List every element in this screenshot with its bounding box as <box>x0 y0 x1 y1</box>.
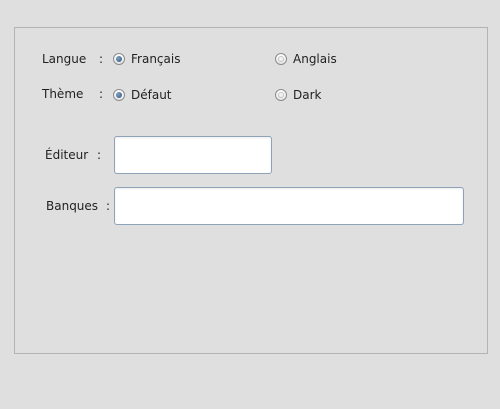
banks-input[interactable] <box>114 187 464 225</box>
theme-label: Thème <box>42 87 84 101</box>
editor-label: Éditeur <box>45 148 89 162</box>
editor-input[interactable] <box>114 136 272 174</box>
language-label: Langue <box>42 52 87 66</box>
theme-option-defaut[interactable]: Défaut <box>113 87 172 103</box>
language-option-francais[interactable]: Français <box>113 51 180 67</box>
language-option-anglais-label: Anglais <box>293 52 337 66</box>
language-option-francais-label: Français <box>131 52 181 66</box>
theme-option-defaut-label: Défaut <box>131 88 172 102</box>
radio-selected-icon <box>113 53 125 65</box>
theme-option-dark[interactable]: Dark <box>275 87 321 103</box>
theme-option-dark-label: Dark <box>293 88 322 102</box>
radio-selected-icon <box>113 89 125 101</box>
radio-unselected-icon <box>275 89 287 101</box>
banks-colon: : <box>106 199 111 213</box>
language-option-anglais[interactable]: Anglais <box>275 51 337 67</box>
preferences-panel: Langue : Français Anglais Thème : Défaut… <box>14 27 488 354</box>
language-colon: : <box>99 52 104 66</box>
radio-unselected-icon <box>275 53 287 65</box>
banks-label: Banques <box>46 199 99 213</box>
editor-colon: : <box>97 148 102 162</box>
theme-colon: : <box>99 87 104 101</box>
